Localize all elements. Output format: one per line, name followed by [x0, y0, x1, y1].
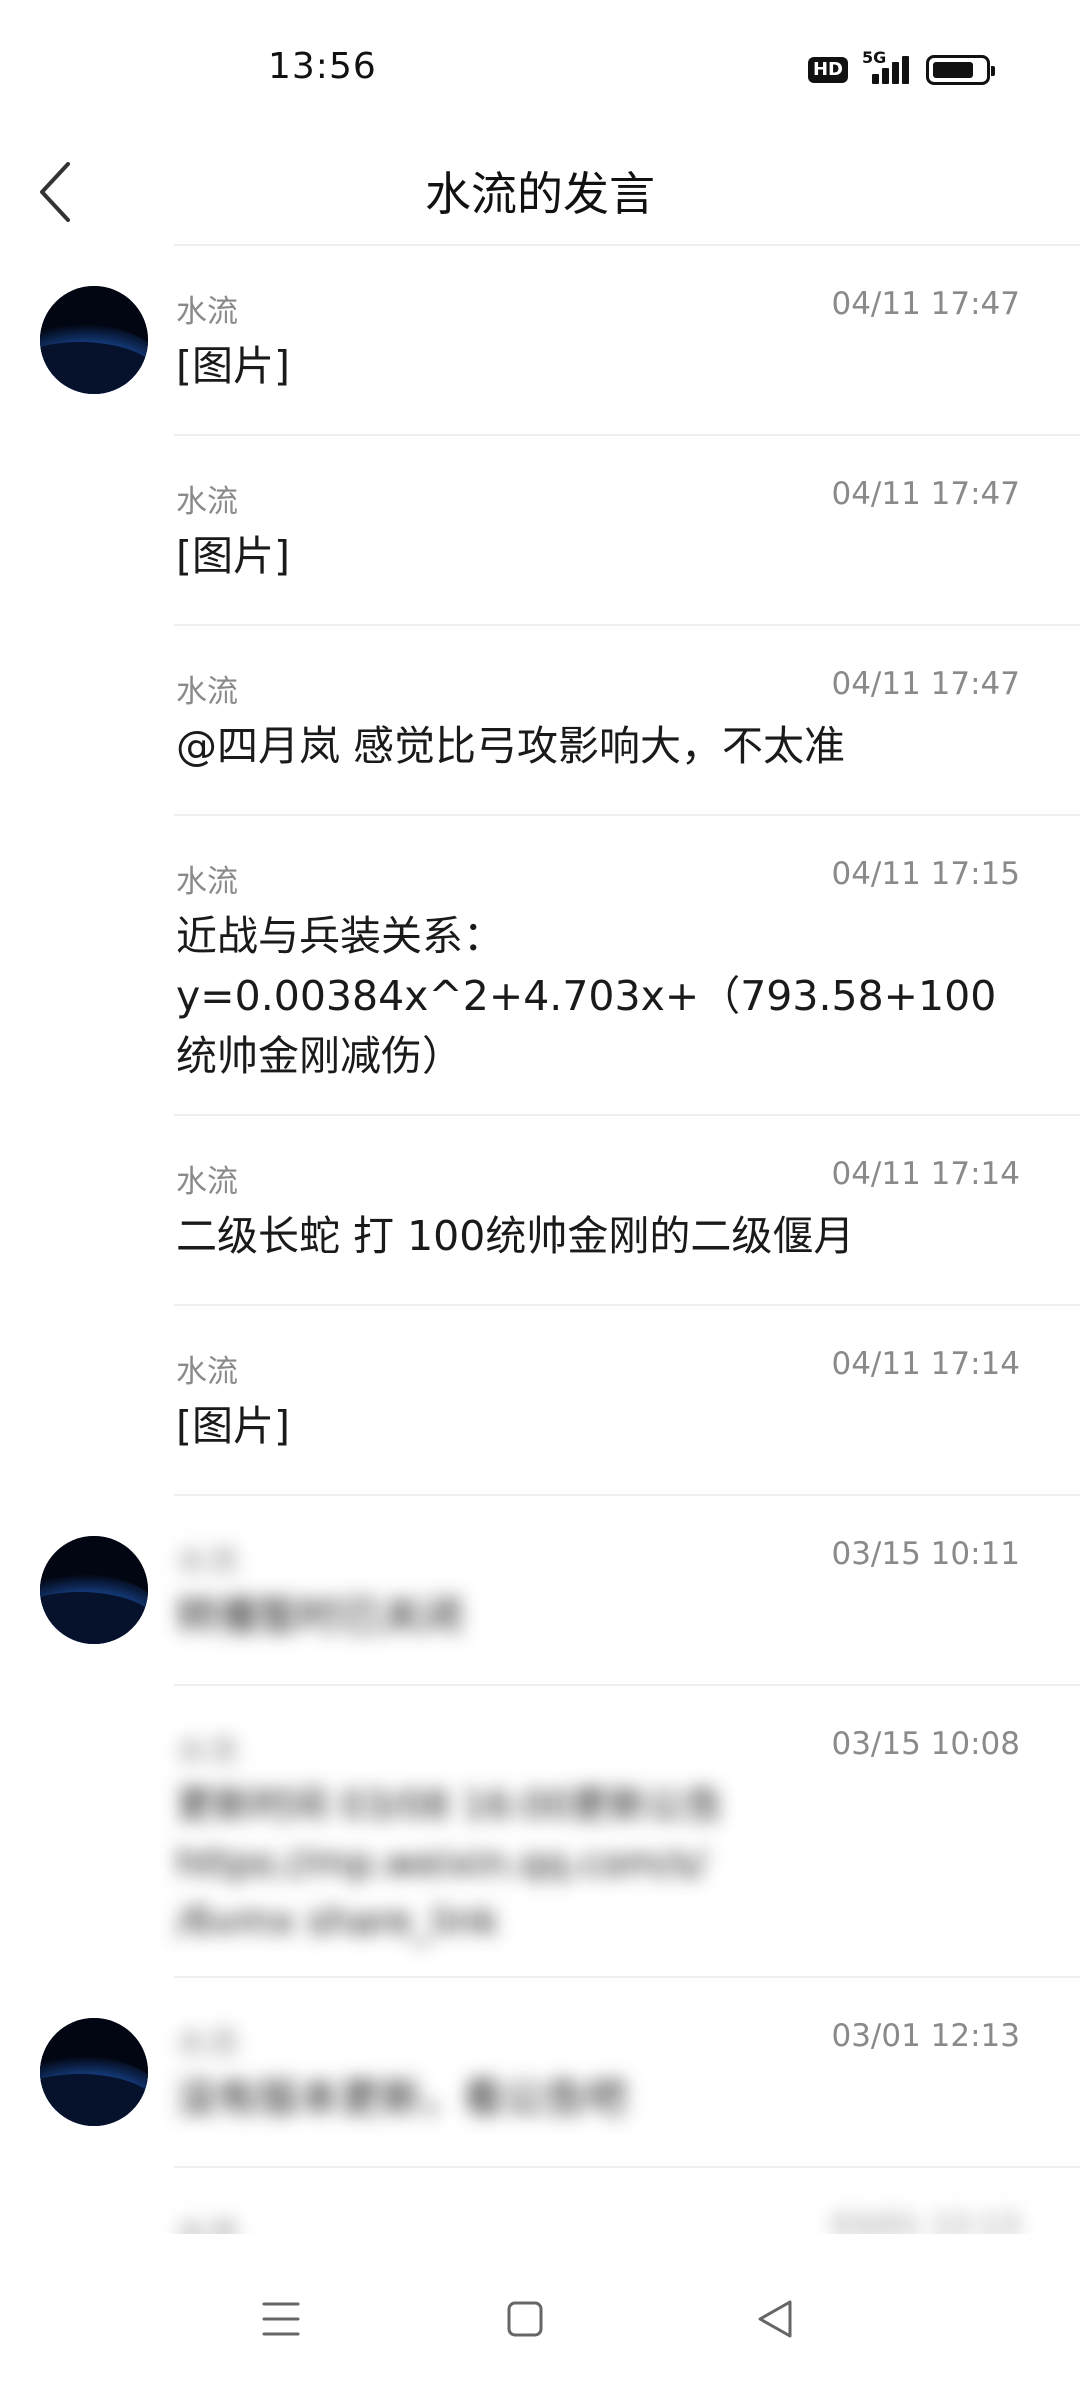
post-author: 水流 — [176, 2026, 238, 2062]
post-item[interactable]: 水流 04/11 17:15 近战与兵装关系： y=0.00384x^2+4.7… — [0, 816, 1080, 1116]
post-time: 03/15 10:11 — [831, 1536, 1020, 1572]
title-bar: 水流的发言 — [0, 140, 1080, 244]
post-item[interactable]: 水流 03/01 12:13 没有版本更新，看公告吧 — [0, 1978, 1080, 2168]
post-item[interactable]: 水流 04/11 17:47 [图片] — [0, 246, 1080, 436]
post-time: 04/11 17:47 — [831, 476, 1020, 512]
post-author: 水流 — [176, 484, 238, 520]
post-author: 水流 — [176, 294, 238, 330]
post-time: 03/01 12:13 — [831, 2018, 1020, 2054]
post-content: 没有版本更新，看公告吧 — [176, 2074, 627, 2122]
post-author: 水流 — [176, 2216, 238, 2234]
back-triangle-icon — [758, 2300, 792, 2338]
post-content: 近战与兵装关系： y=0.00384x^2+4.703x+（793.58+100… — [176, 912, 997, 1080]
avatar[interactable] — [40, 1536, 148, 1644]
post-content: 二级长蛇 打 100统帅金刚的二级偃月 — [176, 1212, 855, 1260]
avatar[interactable] — [40, 286, 148, 394]
post-content: [图片] — [176, 532, 290, 580]
post-feed[interactable]: 水流 04/11 17:47 [图片] 水流 04/11 17:47 [图片] … — [0, 244, 1080, 2234]
status-time: 13:56 — [268, 46, 377, 87]
menu-icon — [262, 2302, 300, 2336]
navigation-bar — [0, 2234, 1080, 2400]
post-item[interactable]: 水流 04/11 17:47 [图片] — [0, 436, 1080, 626]
post-content: [图片] — [176, 342, 290, 390]
post-time: 03/01 12:13 — [831, 2208, 1020, 2234]
system-back-button[interactable] — [730, 2274, 820, 2364]
post-time: 04/11 17:14 — [831, 1346, 1020, 1382]
post-content: 转播暂时已关闭 — [176, 1592, 463, 1640]
post-author: 水流 — [176, 1544, 238, 1580]
post-content: @四月岚 感觉比弓攻影响大，不太准 — [176, 722, 846, 770]
post-author: 水流 — [176, 1354, 238, 1390]
post-author: 水流 — [176, 674, 238, 710]
post-time: 03/15 10:08 — [831, 1726, 1020, 1762]
network-type-label: 5G — [862, 48, 887, 67]
post-author: 水流 — [176, 1734, 238, 1770]
post-item[interactable]: 水流 03/01 12:13 — [0, 2168, 1080, 2234]
post-item[interactable]: 水流 04/11 17:14 [图片] — [0, 1306, 1080, 1496]
planet-icon — [40, 286, 148, 394]
battery-icon — [926, 55, 995, 85]
page-title: 水流的发言 — [425, 167, 655, 221]
post-time: 04/11 17:15 — [831, 856, 1020, 892]
post-content: 更新时间 03/08 16:00更新公告 https://mp.weixin.q… — [176, 1783, 724, 1943]
post-time: 04/11 17:14 — [831, 1156, 1020, 1192]
hd-icon: HD — [807, 57, 848, 83]
post-time: 04/11 17:47 — [831, 286, 1020, 322]
post-author: 水流 — [176, 1164, 238, 1200]
post-item[interactable]: 水流 04/11 17:47 @四月岚 感觉比弓攻影响大，不太准 — [0, 626, 1080, 816]
post-item[interactable]: 水流 03/15 10:08 更新时间 03/08 16:00更新公告 http… — [0, 1686, 1080, 1978]
status-bar: 13:56 HD 5G — [0, 0, 1080, 140]
avatar[interactable] — [40, 2018, 148, 2126]
recent-apps-button[interactable] — [236, 2274, 326, 2364]
post-content: [图片] — [176, 1402, 290, 1450]
post-item[interactable]: 水流 03/15 10:11 转播暂时已关闭 — [0, 1496, 1080, 1686]
planet-icon — [40, 1536, 148, 1644]
planet-icon — [40, 2018, 148, 2126]
home-square-icon — [507, 2301, 543, 2337]
signal-icon: 5G — [862, 48, 912, 90]
post-item[interactable]: 水流 04/11 17:14 二级长蛇 打 100统帅金刚的二级偃月 — [0, 1116, 1080, 1306]
home-button[interactable] — [480, 2274, 570, 2364]
status-icons: HD 5G — [807, 48, 995, 90]
post-time: 04/11 17:47 — [831, 666, 1020, 702]
post-author: 水流 — [176, 864, 238, 900]
